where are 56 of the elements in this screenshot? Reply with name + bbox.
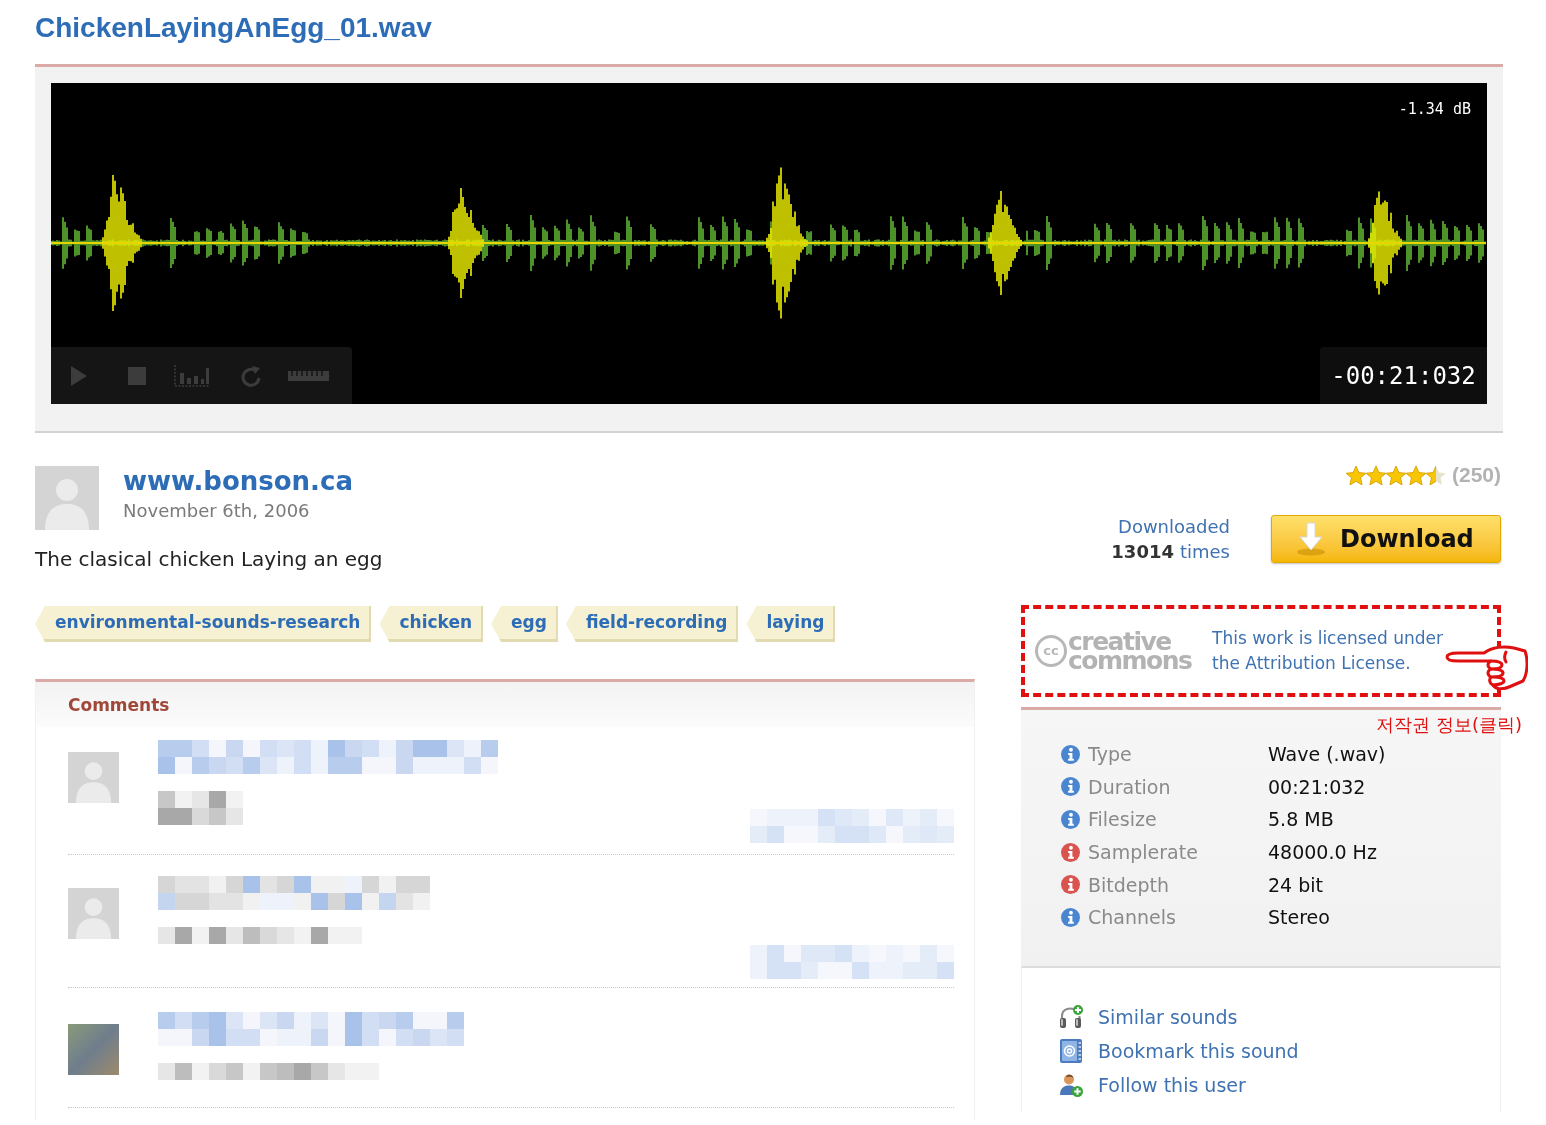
info-value: Stereo xyxy=(1268,905,1330,930)
download-count: 13014 xyxy=(1111,540,1174,564)
tag-link[interactable]: chicken xyxy=(379,606,484,642)
star-icon xyxy=(1425,465,1446,485)
address-book-icon xyxy=(1060,1039,1082,1063)
action-link[interactable]: Similar sounds xyxy=(1098,1005,1238,1029)
info-value: 00:21:032 xyxy=(1268,774,1366,799)
play-icon[interactable] xyxy=(71,365,87,386)
action-link[interactable]: Follow this user xyxy=(1098,1073,1246,1097)
star-icon xyxy=(1405,465,1426,485)
star-icon xyxy=(1345,465,1366,485)
tag-link[interactable]: egg xyxy=(491,606,558,642)
info-label: Filesize xyxy=(1088,807,1158,832)
avatar-silhouette xyxy=(68,888,119,939)
avatar-silhouette xyxy=(35,466,99,530)
peak-level-text: -1.34 dB xyxy=(1398,100,1471,118)
time-display: -00:21:032 xyxy=(1320,347,1487,404)
bar-chart-icon[interactable] xyxy=(174,364,210,387)
avatar-silhouette xyxy=(68,752,119,803)
username-link[interactable]: www.bonson.ca xyxy=(123,466,353,496)
user-add-icon xyxy=(1059,1073,1083,1097)
tag-link[interactable]: environmental-sounds-research xyxy=(35,606,372,642)
download-arrow-icon xyxy=(1296,522,1326,556)
cc-logo-mark: cc xyxy=(1035,635,1067,667)
info-label: Type xyxy=(1088,742,1133,767)
info-value: 48000.0 Hz xyxy=(1268,840,1377,865)
logo-text: commons xyxy=(1068,651,1192,670)
waveform-display[interactable]: -1.34 dB -00:21:032 xyxy=(51,83,1487,404)
license-link[interactable]: This work is licensed under the Attribution License. xyxy=(1212,626,1460,676)
download-button[interactable]: Download xyxy=(1271,515,1501,563)
tag-link[interactable]: laying xyxy=(746,606,836,642)
action-link[interactable]: Bookmark this sound xyxy=(1098,1039,1299,1063)
info-value: 5.8 MB xyxy=(1268,807,1334,832)
tag-link[interactable]: field-recording xyxy=(565,606,739,642)
comments-heading: Comments xyxy=(68,694,170,715)
upload-date: November 6th, 2006 xyxy=(123,500,310,522)
stop-icon[interactable] xyxy=(128,366,146,385)
star-icon xyxy=(1385,465,1406,485)
refresh-icon[interactable] xyxy=(241,364,261,387)
rating-count: (250) xyxy=(1451,463,1501,487)
headphones-icon xyxy=(1059,1005,1083,1029)
star-icon xyxy=(1365,465,1386,485)
logo-text: creative xyxy=(1068,632,1171,651)
info-label: Duration xyxy=(1088,774,1172,799)
info-label: Bitdepth xyxy=(1088,872,1171,897)
info-label: Channels xyxy=(1088,905,1177,930)
sound-title: ChickenLayingAnEgg_01.wav xyxy=(35,11,432,45)
photo-placeholder xyxy=(68,1024,119,1075)
download-count-label: Downloaded xyxy=(1118,515,1230,539)
annotation-label: 저작권 정보(클릭) xyxy=(1376,714,1522,736)
sound-description: The clasical chicken Laying an egg xyxy=(35,546,383,572)
download-count-suffix: times xyxy=(1179,540,1230,564)
info-value: 24 bit xyxy=(1268,872,1323,897)
info-value: Wave (.wav) xyxy=(1268,742,1386,767)
ruler-icon[interactable] xyxy=(288,370,329,381)
info-label: Samplerate xyxy=(1088,840,1199,865)
